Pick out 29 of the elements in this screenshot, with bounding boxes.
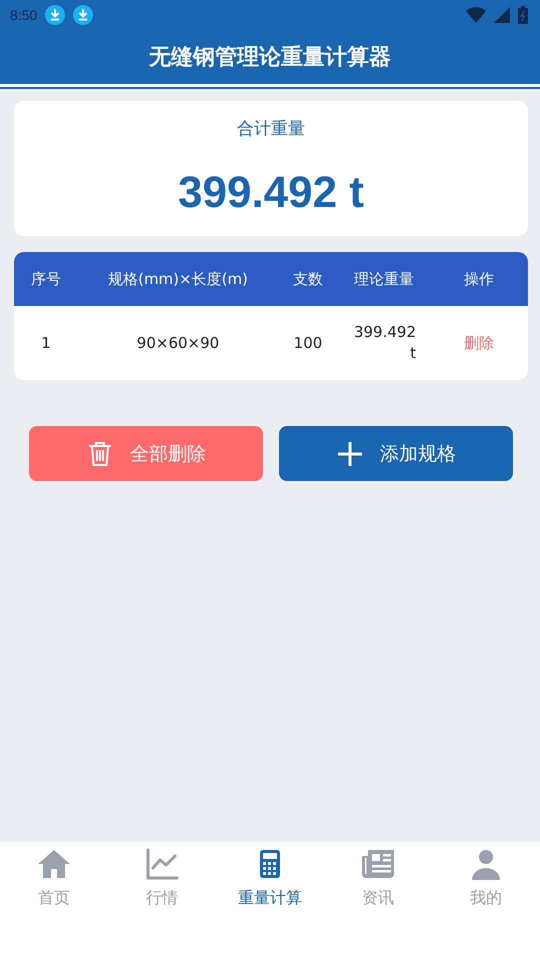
table-cell-text: 399.492 t — [352, 322, 416, 364]
trash-icon — [86, 440, 114, 468]
line-chart-icon — [144, 846, 180, 882]
column-header: 操作 — [463, 270, 495, 288]
total-value: 399.492 t — [178, 168, 364, 218]
total-label: 合计重量 — [237, 118, 305, 140]
nav-tab[interactable]: 行情 — [108, 846, 216, 909]
download-icon — [73, 5, 94, 25]
nav-tab[interactable]: 我的 — [432, 846, 540, 909]
plus-icon — [336, 440, 364, 468]
download-icon — [45, 5, 66, 25]
signal-icon — [494, 7, 510, 23]
nav-tab[interactable]: 资讯 — [324, 846, 432, 909]
delete-link[interactable]: 删除 — [464, 334, 494, 352]
nav-tab[interactable]: 首页 — [0, 846, 108, 909]
column-header: 序号 — [30, 270, 62, 288]
app-title: 无缝钢管理论重量计算器 — [148, 44, 392, 72]
column-header: 理论重量 — [353, 270, 415, 288]
battery-icon — [518, 6, 528, 24]
column-header: 支数 — [292, 270, 324, 288]
nav-tab[interactable]: 重量计算 — [216, 846, 324, 909]
delete-all-button[interactable]: 全部删除 — [29, 426, 263, 481]
add-button[interactable]: 添加规格 — [279, 426, 513, 481]
table-cell-text: 1 — [40, 334, 52, 352]
table-cell-text: 90×60×90 — [136, 334, 220, 352]
status-time: 8:50 — [10, 7, 38, 23]
column-header: 规格(mm)×长度(m) — [107, 270, 249, 288]
wifi-icon — [466, 7, 486, 23]
table-cell-text: 100 — [292, 334, 324, 352]
